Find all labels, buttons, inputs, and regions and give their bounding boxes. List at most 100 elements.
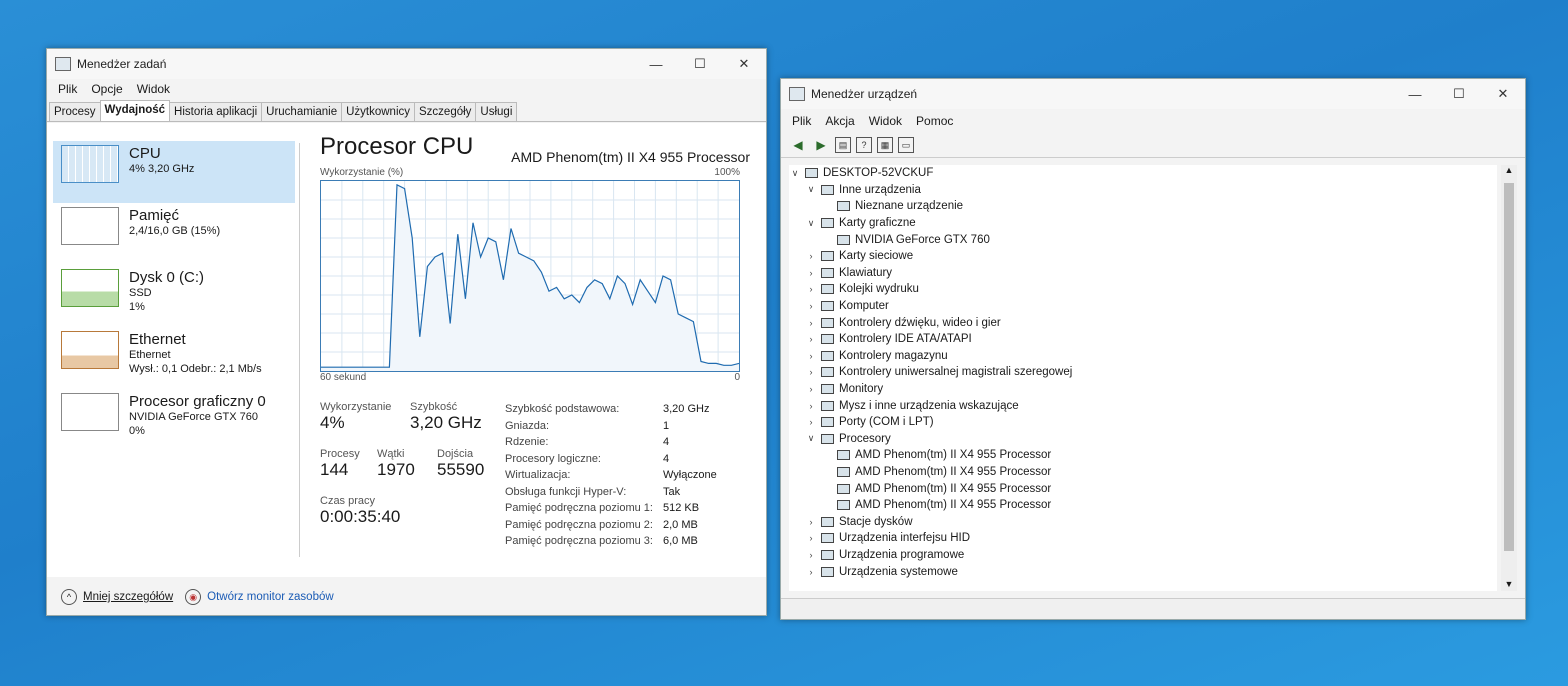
chevron-right-icon[interactable]: › — [805, 268, 817, 278]
tree-device[interactable]: AMD Phenom(tm) II X4 955 Processor — [789, 447, 1497, 464]
minimize-button[interactable]: — — [1393, 79, 1437, 109]
chevron-right-icon[interactable]: › — [805, 401, 817, 411]
tree-label: Mysz i inne urządzenia wskazujące — [839, 399, 1019, 412]
minimize-button[interactable]: — — [634, 49, 678, 79]
vertical-scrollbar[interactable]: ▲ ▼ — [1501, 165, 1517, 591]
tree-category[interactable]: › Urządzenia interfejsu HID — [789, 530, 1497, 547]
forward-arrow-icon[interactable]: ▶ — [812, 138, 830, 152]
chevron-right-icon[interactable]: › — [805, 517, 817, 527]
graph-header: Wykorzystanie (%) 100% — [320, 167, 740, 178]
maximize-button[interactable]: ☐ — [678, 49, 722, 79]
scroll-up-icon[interactable]: ▲ — [1501, 165, 1517, 175]
tree-category[interactable]: ∨ Karty graficzne — [789, 215, 1497, 232]
tree-category[interactable]: ∨ Procesory — [789, 431, 1497, 448]
graph-label: Wykorzystanie (%) — [320, 167, 404, 178]
tree-device[interactable]: AMD Phenom(tm) II X4 955 Processor — [789, 497, 1497, 514]
menu-help[interactable]: Pomoc — [909, 114, 960, 128]
sidebar-item-sub: 4% 3,20 GHz — [129, 163, 195, 175]
chevron-down-icon[interactable]: ∨ — [805, 184, 817, 195]
maximize-button[interactable]: ☐ — [1437, 79, 1481, 109]
status-bar — [781, 598, 1525, 619]
chevron-right-icon[interactable]: › — [805, 417, 817, 427]
device-icon — [821, 251, 834, 262]
tree-device[interactable]: NVIDIA GeForce GTX 760 — [789, 231, 1497, 248]
tree-device[interactable]: AMD Phenom(tm) II X4 955 Processor — [789, 480, 1497, 497]
open-resource-monitor-link[interactable]: Otwórz monitor zasobów — [207, 591, 334, 603]
stat-handles: Dojścia 55590 — [437, 448, 484, 480]
tree-category[interactable]: › Kolejki wydruku — [789, 281, 1497, 298]
chevron-down-icon[interactable]: ∨ — [805, 433, 817, 444]
tab-services[interactable]: Usługi — [475, 102, 518, 121]
task-manager-titlebar[interactable]: Menedżer zadań — ☐ ✕ — [47, 49, 766, 79]
chevron-right-icon[interactable]: › — [805, 284, 817, 294]
chevron-right-icon[interactable]: › — [805, 334, 817, 344]
property-value: Wyłączone — [663, 469, 717, 481]
menu-file[interactable]: Plik — [785, 114, 818, 128]
resource-monitor-icon[interactable]: ◉ — [185, 589, 202, 605]
details-icon[interactable]: ▦ — [877, 137, 893, 153]
sidebar-item-cpu[interactable]: CPU 4% 3,20 GHz — [53, 141, 295, 203]
menu-options[interactable]: Opcje — [84, 82, 129, 96]
tree-category[interactable]: › Mysz i inne urządzenia wskazujące — [789, 397, 1497, 414]
tree-category[interactable]: › Komputer — [789, 298, 1497, 315]
menu-view[interactable]: Widok — [862, 114, 909, 128]
tree-category[interactable]: › Kontrolery uniwersalnej magistrali szer… — [789, 364, 1497, 381]
device-manager-titlebar[interactable]: Menedżer urządzeń — ☐ ✕ — [781, 79, 1525, 109]
chevron-right-icon[interactable]: › — [805, 367, 817, 377]
help-icon[interactable]: ? — [856, 137, 872, 153]
tree-category[interactable]: › Klawiatury — [789, 265, 1497, 282]
tree-device[interactable]: Nieznane urządzenie — [789, 198, 1497, 215]
menu-action[interactable]: Akcja — [818, 114, 861, 128]
task-manager-icon — [55, 57, 71, 71]
menu-view[interactable]: Widok — [130, 82, 177, 96]
tree-label: Porty (COM i LPT) — [839, 416, 934, 429]
fewer-details-link[interactable]: Mniej szczegółów — [83, 591, 173, 603]
chevron-down-icon[interactable]: ∨ — [789, 168, 801, 179]
device-icon — [821, 417, 834, 428]
tab-startup[interactable]: Uruchamianie — [261, 102, 343, 121]
tree-device[interactable]: AMD Phenom(tm) II X4 955 Processor — [789, 464, 1497, 481]
chevron-right-icon[interactable]: › — [805, 567, 817, 577]
tree-label: Kontrolery uniwersalnej magistrali szere… — [839, 366, 1073, 379]
tree-category[interactable]: ∨ Inne urządzenia — [789, 182, 1497, 199]
tree-category[interactable]: › Porty (COM i LPT) — [789, 414, 1497, 431]
chevron-up-icon[interactable]: ^ — [61, 589, 77, 605]
properties-icon[interactable]: ▤ — [835, 137, 851, 153]
sidebar-item-memory[interactable]: Pamięć 2,4/16,0 GB (15%) — [53, 203, 295, 265]
cpu-usage-chart — [321, 181, 740, 371]
sidebar-item-gpu[interactable]: Procesor graficzny 0 NVIDIA GeForce GTX … — [53, 389, 295, 451]
tree-category[interactable]: › Urządzenia programowe — [789, 547, 1497, 564]
chevron-right-icon[interactable]: › — [805, 251, 817, 261]
property-value: 4 — [663, 452, 670, 465]
tab-app-history[interactable]: Historia aplikacji — [169, 102, 263, 121]
tab-details[interactable]: Szczegóły — [414, 102, 477, 121]
sidebar-item-ethernet[interactable]: Ethernet Ethernet Wysł.: 0,1 Odebr.: 2,1… — [53, 327, 295, 389]
back-arrow-icon[interactable]: ◀ — [789, 138, 807, 152]
chevron-down-icon[interactable]: ∨ — [805, 218, 817, 229]
close-button[interactable]: ✕ — [722, 49, 766, 79]
tree-root[interactable]: ∨ DESKTOP-52VCKUF — [789, 165, 1497, 182]
tree-category[interactable]: › Kontrolery IDE ATA/ATAPI — [789, 331, 1497, 348]
sidebar-item-disk[interactable]: Dysk 0 (C:) SSD 1% — [53, 265, 295, 327]
chevron-right-icon[interactable]: › — [805, 318, 817, 328]
menu-file[interactable]: Plik — [51, 82, 84, 96]
scrollbar-thumb[interactable] — [1504, 183, 1514, 551]
tab-processes[interactable]: Procesy — [49, 102, 101, 121]
tree-category[interactable]: › Monitory — [789, 381, 1497, 398]
tab-performance[interactable]: Wydajność — [99, 100, 171, 121]
tree-category[interactable]: › Karty sieciowe — [789, 248, 1497, 265]
tab-users[interactable]: Użytkownicy — [341, 102, 415, 121]
chevron-right-icon[interactable]: › — [805, 533, 817, 543]
chevron-right-icon[interactable]: › — [805, 301, 817, 311]
chevron-right-icon[interactable]: › — [805, 351, 817, 361]
cpu-usage-graph — [320, 180, 740, 372]
chevron-right-icon[interactable]: › — [805, 384, 817, 394]
close-button[interactable]: ✕ — [1481, 79, 1525, 109]
tree-category[interactable]: › Kontrolery dźwięku, wideo i gier — [789, 314, 1497, 331]
monitor-icon[interactable]: ▭ — [898, 137, 914, 153]
chevron-right-icon[interactable]: › — [805, 550, 817, 560]
scroll-down-icon[interactable]: ▼ — [1501, 579, 1517, 589]
tree-category[interactable]: › Kontrolery magazynu — [789, 348, 1497, 365]
tree-category[interactable]: › Stacje dysków — [789, 513, 1497, 530]
tree-category[interactable]: › Urządzenia systemowe — [789, 563, 1497, 580]
